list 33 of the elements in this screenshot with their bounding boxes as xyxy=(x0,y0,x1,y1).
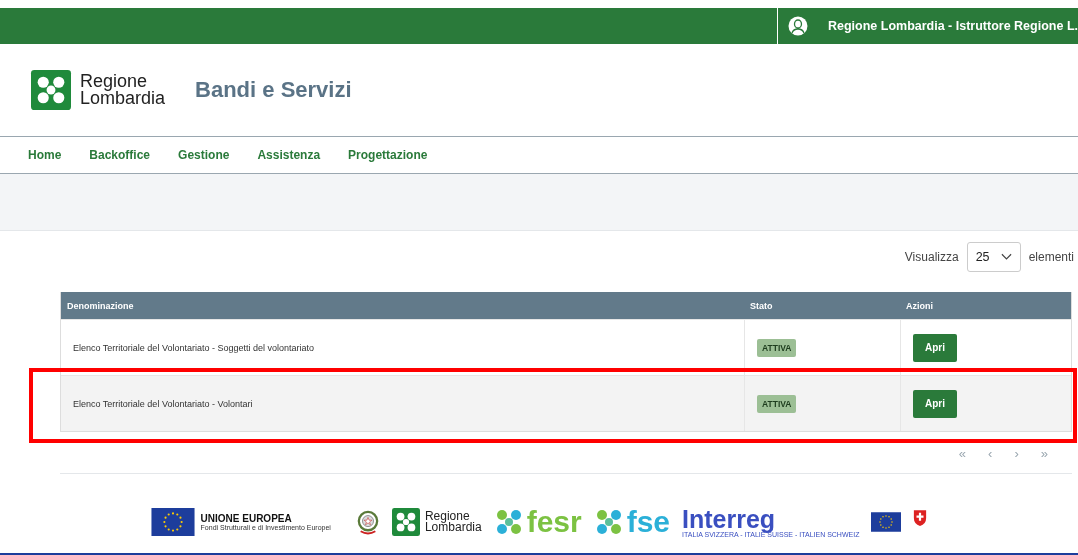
page-size-label: elementi xyxy=(1028,250,1074,264)
page-size-select[interactable]: 25 xyxy=(966,242,1021,272)
shield-icon xyxy=(913,509,928,527)
nav-link[interactable]: Gestione xyxy=(178,148,230,162)
nav-link[interactable]: Progettazione xyxy=(348,148,428,162)
logo-text: Regione Lombardia xyxy=(424,511,482,533)
chevron-icon xyxy=(1000,253,1012,261)
user-icon xyxy=(788,16,808,36)
user-menu[interactable]: Regione Lombardia - Istruttore Regione L. xyxy=(777,8,1078,44)
status-badge: ATTIVA xyxy=(757,394,797,413)
column-header: Denominazione xyxy=(66,300,135,311)
table-cell-text: Elenco Territoriale del Volontariato - Soggetti del volontariato xyxy=(72,341,315,355)
nav-link[interactable]: Home xyxy=(28,148,62,162)
column-header: Stato xyxy=(749,300,774,311)
open-button[interactable]: Apri xyxy=(913,333,957,362)
page-size-label: Visualizza xyxy=(904,250,959,264)
status-badge: ATTIVA xyxy=(757,338,797,357)
regione-logo-icon xyxy=(390,508,421,536)
interreg-logo-text: Interreg xyxy=(682,506,776,531)
column-header: Azioni xyxy=(905,300,934,311)
nav-link[interactable]: Backoffice xyxy=(89,148,151,162)
eu-title: UNIONE EUROPEA xyxy=(200,513,293,524)
nav-link[interactable]: Assistenza xyxy=(257,148,321,162)
eu-flag-icon xyxy=(150,508,195,536)
emblem-icon xyxy=(356,508,379,536)
fse-logo-text: fse xyxy=(626,508,671,536)
open-button[interactable]: Apri xyxy=(913,389,957,418)
eu-flag-icon xyxy=(871,512,902,532)
fesr-logo-text: fesr xyxy=(526,508,582,536)
logo-text: Regione Lombardia xyxy=(80,73,166,107)
regione-logo-icon xyxy=(28,70,74,110)
table-cell-text: Elenco Territoriale del Volontariato - Volontari xyxy=(72,397,254,411)
site-title: Bandi e Servizi xyxy=(195,77,352,103)
